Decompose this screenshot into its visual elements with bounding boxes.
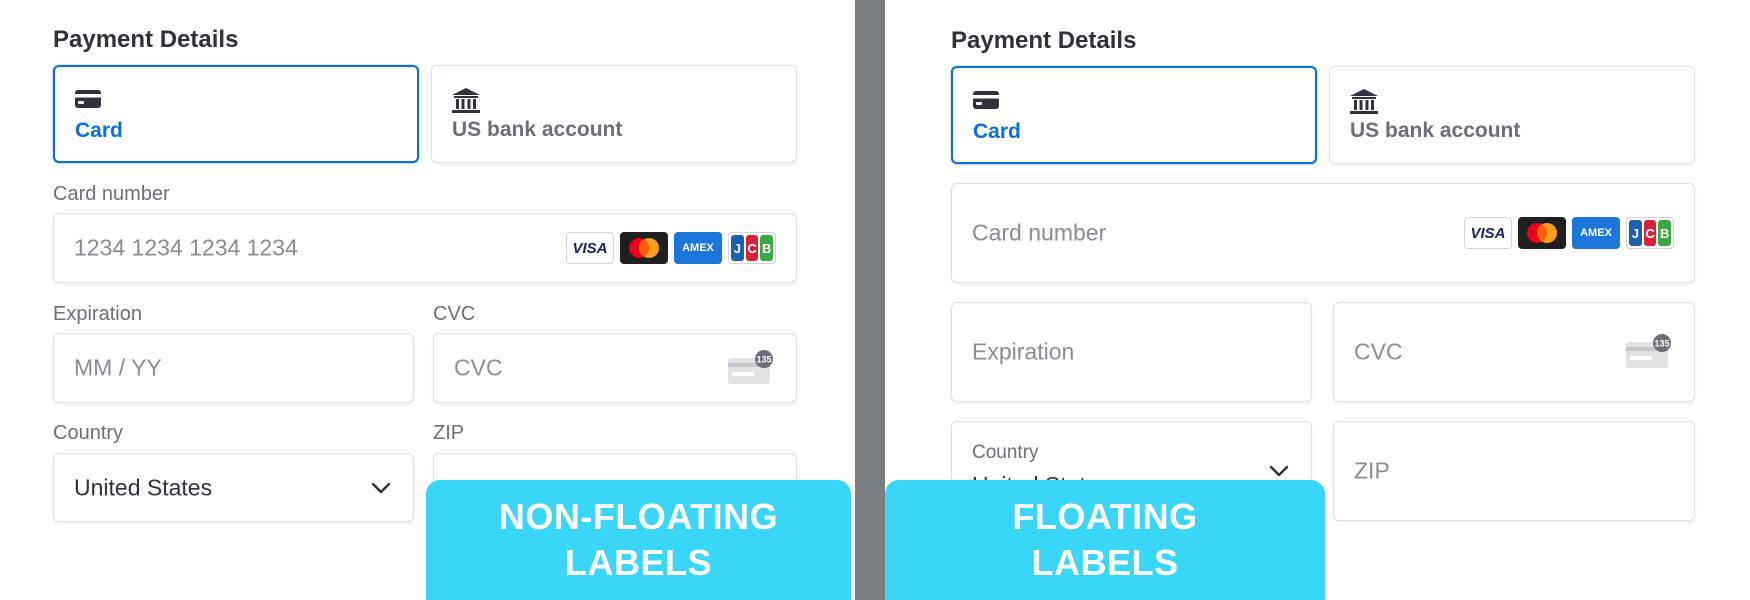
banner-line-1: FLOATING: [1012, 496, 1198, 537]
mastercard-logo-icon: [620, 232, 668, 264]
card-icon: [75, 89, 101, 114]
expiration-placeholder: MM / YY: [74, 354, 162, 381]
chevron-down-icon: [371, 482, 391, 493]
banner-line-1: NON-FLOATING: [498, 496, 779, 537]
cvc-badge-text: 135: [756, 355, 771, 365]
card-number-label: Card number: [53, 183, 170, 205]
tab-us-bank-account[interactable]: US bank account: [1329, 66, 1695, 164]
amex-logo-icon: AMEX: [674, 232, 722, 264]
banner-line-2: LABELS: [1031, 542, 1179, 583]
tab-us-bank-account-label: US bank account: [452, 118, 623, 141]
jcb-logo-icon: J C B: [728, 232, 776, 264]
country-select[interactable]: United States: [53, 453, 414, 522]
banner-line-2: LABELS: [565, 542, 712, 583]
expiration-placeholder: Expiration: [972, 338, 1075, 365]
zip-input[interactable]: ZIP: [1333, 421, 1695, 521]
card-number-placeholder: Card number: [972, 219, 1107, 246]
tab-card-label: Card: [75, 119, 123, 142]
cvc-badge-text: 135: [1654, 339, 1669, 349]
non-floating-labels-form: Payment Details Card US bank account Car…: [0, 0, 855, 600]
cvc-card-icon: 135: [1626, 334, 1671, 368]
card-icon: [973, 90, 999, 115]
tab-card[interactable]: Card: [951, 66, 1317, 164]
expiration-input[interactable]: Expiration: [951, 302, 1312, 402]
zip-placeholder: ZIP: [1354, 457, 1390, 484]
tab-card[interactable]: Card: [53, 65, 419, 163]
card-brands: VISA AMEX J C B: [566, 232, 776, 264]
cvc-placeholder: CVC: [454, 354, 503, 381]
card-brands: VISA AMEX J C B: [1464, 217, 1674, 249]
visa-logo-icon: VISA: [1464, 217, 1512, 249]
tab-us-bank-account-label: US bank account: [1350, 119, 1521, 142]
card-number-placeholder: 1234 1234 1234 1234: [74, 234, 298, 261]
floating-labels-form: Payment Details Card US bank account Car…: [885, 0, 1750, 600]
panel-divider: [855, 0, 885, 600]
cvc-label: CVC: [433, 303, 476, 325]
chevron-down-icon: [1269, 465, 1289, 477]
cvc-card-icon: 135: [728, 350, 773, 384]
payment-details-title: Payment Details: [951, 27, 1137, 54]
floating-labels-banner: FLOATING LABELS: [885, 480, 1325, 600]
cvc-placeholder: CVC: [1354, 338, 1403, 365]
country-floating-label: Country: [972, 442, 1039, 463]
non-floating-labels-banner: NON-FLOATING LABELS: [426, 480, 851, 600]
tab-card-label: Card: [973, 120, 1021, 143]
zip-label: ZIP: [433, 422, 465, 444]
card-number-input[interactable]: Card number VISA AMEX J C B: [951, 183, 1695, 283]
card-number-input[interactable]: 1234 1234 1234 1234 VISA AMEX J C B: [53, 213, 797, 283]
country-label: Country: [53, 422, 124, 444]
country-value: United States: [74, 474, 213, 500]
cvc-input[interactable]: CVC 135: [1333, 302, 1695, 402]
expiration-input[interactable]: MM / YY: [53, 333, 414, 403]
expiration-label: Expiration: [53, 303, 142, 325]
bank-icon: [452, 88, 480, 119]
bank-icon: [1350, 89, 1378, 120]
jcb-logo-icon: J C B: [1626, 217, 1674, 249]
visa-logo-icon: VISA: [566, 232, 614, 264]
tab-us-bank-account[interactable]: US bank account: [431, 65, 797, 163]
payment-details-title: Payment Details: [53, 26, 239, 53]
amex-logo-icon: AMEX: [1572, 217, 1620, 249]
mastercard-logo-icon: [1518, 217, 1566, 249]
cvc-input[interactable]: CVC 135: [433, 333, 797, 403]
